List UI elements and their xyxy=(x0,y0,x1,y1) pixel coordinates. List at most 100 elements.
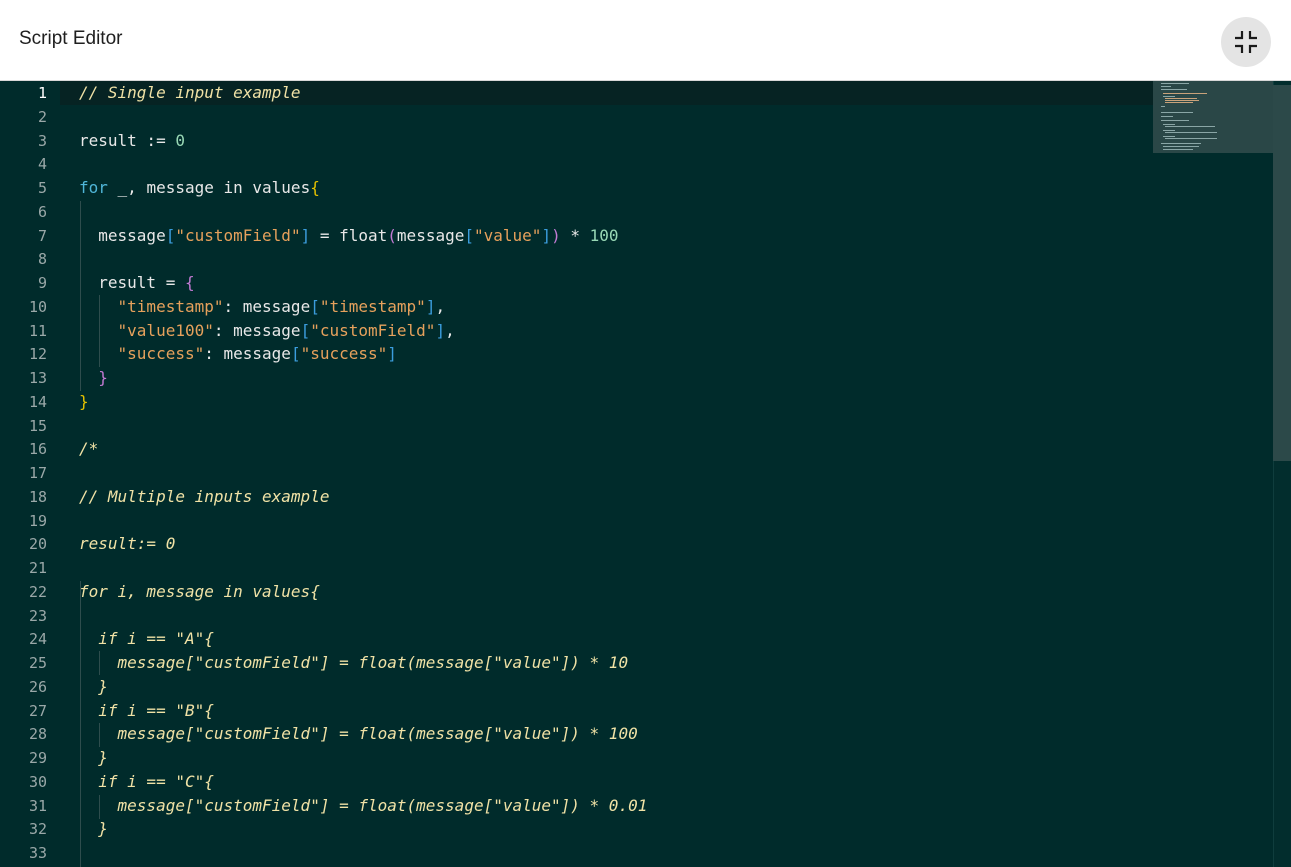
code-text: for _, message in values{ xyxy=(79,176,320,200)
code-line[interactable]: 30 if i == "C"{ xyxy=(0,770,1153,794)
code-line[interactable]: 5 for _, message in values{ xyxy=(0,176,1153,200)
code-line[interactable]: 2 xyxy=(0,105,1153,129)
code-token: } xyxy=(98,368,108,387)
line-number: 9 xyxy=(37,274,47,292)
line-number: 4 xyxy=(37,155,47,174)
code-token: message["customField"] = float(message["… xyxy=(79,795,648,815)
code-token: "value100" xyxy=(117,320,214,340)
line-number: 23 xyxy=(28,606,47,625)
code-text: if i == "C"{ xyxy=(79,770,214,794)
code-editor[interactable]: 1// Single input example 2 3 result := 045f… xyxy=(0,81,1291,867)
code-line[interactable]: 7 message["customField"] = float(message… xyxy=(0,224,1153,248)
code-line[interactable]: 27 if i == "B"{ xyxy=(0,699,1153,723)
code-line[interactable]: 1 // Single input example xyxy=(0,81,1153,105)
code-text: } xyxy=(79,390,89,414)
code-token: "timestamp" xyxy=(319,296,426,316)
code-text: /* xyxy=(79,437,98,461)
code-line[interactable]: 31 message["customField"] = float(messag… xyxy=(0,794,1153,818)
line-number: 7 xyxy=(37,226,47,245)
code-line[interactable]: 4 xyxy=(0,152,1153,176)
code-token: if i == "A"{ xyxy=(79,629,214,649)
code-line[interactable]: 10 "timestamp": message["timestamp"], xyxy=(0,295,1153,319)
code-line[interactable]: 12 "success": message["success"] xyxy=(0,342,1153,366)
code-line[interactable]: 13 } xyxy=(0,366,1153,390)
code-line[interactable]: 24 if i == "A"{ xyxy=(0,627,1153,651)
page-title: Script Editor xyxy=(19,28,123,49)
code-token: } xyxy=(79,748,108,767)
line-number: 5 xyxy=(37,179,47,197)
code-text: message["customField"] = float(message["… xyxy=(79,722,638,746)
line-number: 15 xyxy=(28,416,47,435)
code-text: message["customField"] = float(message["… xyxy=(79,651,629,675)
code-line[interactable]: 11 "value100": message["customField"], xyxy=(0,319,1153,343)
line-number: 1 xyxy=(37,84,47,102)
code-token: for xyxy=(79,178,108,197)
code-text: } xyxy=(79,746,108,770)
line-number: 28 xyxy=(28,725,47,744)
code-line[interactable]: 25 message["customField"] = float(messag… xyxy=(0,651,1153,675)
code-token: message["customField"] = float(message["… xyxy=(79,653,629,672)
editor-header: Script Editor xyxy=(0,0,1291,81)
code-line[interactable]: 18 // Multiple inputs example xyxy=(0,485,1153,509)
code-token: // Multiple inputs example xyxy=(79,486,330,506)
line-number: 25 xyxy=(28,654,47,672)
code-text: result := 0 xyxy=(79,129,185,153)
code-line[interactable]: 21 xyxy=(0,556,1153,580)
code-line[interactable]: 14} xyxy=(0,390,1153,414)
code-line[interactable]: 32 } xyxy=(0,817,1153,841)
collapse-button[interactable] xyxy=(1221,17,1271,67)
line-number: 16 xyxy=(28,440,47,459)
code-token: "success" xyxy=(300,344,388,364)
line-number: 24 xyxy=(28,630,47,649)
line-number: 22 xyxy=(28,582,47,601)
code-token: : message xyxy=(213,320,301,340)
code-line[interactable]: 6 xyxy=(0,200,1153,224)
code-line[interactable]: 17 xyxy=(0,461,1153,485)
code-line[interactable]: 20 result:= 0 xyxy=(0,532,1153,556)
code-line[interactable]: 8 xyxy=(0,247,1153,271)
line-number: 3 xyxy=(37,131,47,150)
code-line[interactable]: 9 result = { xyxy=(0,271,1153,295)
line-number: 17 xyxy=(28,464,47,482)
line-number: 33 xyxy=(28,844,47,862)
code-line[interactable]: 22 for i, message in values{ xyxy=(0,580,1153,604)
code-line[interactable]: 28 message["customField"] = float(messag… xyxy=(0,722,1153,746)
code-token: ] xyxy=(387,344,397,364)
code-token: { xyxy=(184,273,195,292)
code-text: "success": message["success"] xyxy=(79,342,397,366)
code-line[interactable]: 26 } xyxy=(0,675,1153,699)
scrollbar-thumb[interactable] xyxy=(1273,85,1291,461)
line-number: 6 xyxy=(37,202,47,221)
code-text: message["customField"] = float(message["… xyxy=(79,224,618,248)
code-token: [ xyxy=(464,225,474,245)
code-text: // Single input example xyxy=(79,81,301,105)
code-token: "value" xyxy=(474,225,542,245)
code-token: result:= 0 xyxy=(79,534,176,554)
code-line[interactable]: 3 result := 0 xyxy=(0,129,1153,153)
code-token: /* xyxy=(79,439,99,459)
line-number: 31 xyxy=(28,796,47,815)
code-token: "customField" xyxy=(175,225,301,245)
code-token: [ xyxy=(165,225,176,245)
line-number: 11 xyxy=(28,321,47,340)
code-line[interactable]: 16 /* xyxy=(0,437,1153,461)
code-line[interactable]: 23 xyxy=(0,604,1153,628)
code-token: : message xyxy=(223,296,311,316)
code-token: "timestamp" xyxy=(117,296,224,316)
code-line[interactable]: 33 xyxy=(0,841,1153,865)
code-token: ] xyxy=(300,225,311,245)
code-line[interactable]: 15 xyxy=(0,414,1153,438)
line-number: 13 xyxy=(28,369,47,387)
code-token: : message xyxy=(204,344,291,364)
collapse-icon xyxy=(1235,31,1257,53)
code-token: ] xyxy=(435,320,446,340)
code-token: message xyxy=(79,225,166,245)
code-line[interactable]: 19 xyxy=(0,509,1153,533)
code-token: [ xyxy=(310,296,320,316)
code-token: message["customField"] = float(message["… xyxy=(79,724,638,744)
code-text: } xyxy=(79,675,108,699)
code-line[interactable]: 29 } xyxy=(0,746,1153,770)
minimap[interactable] xyxy=(1153,81,1273,153)
